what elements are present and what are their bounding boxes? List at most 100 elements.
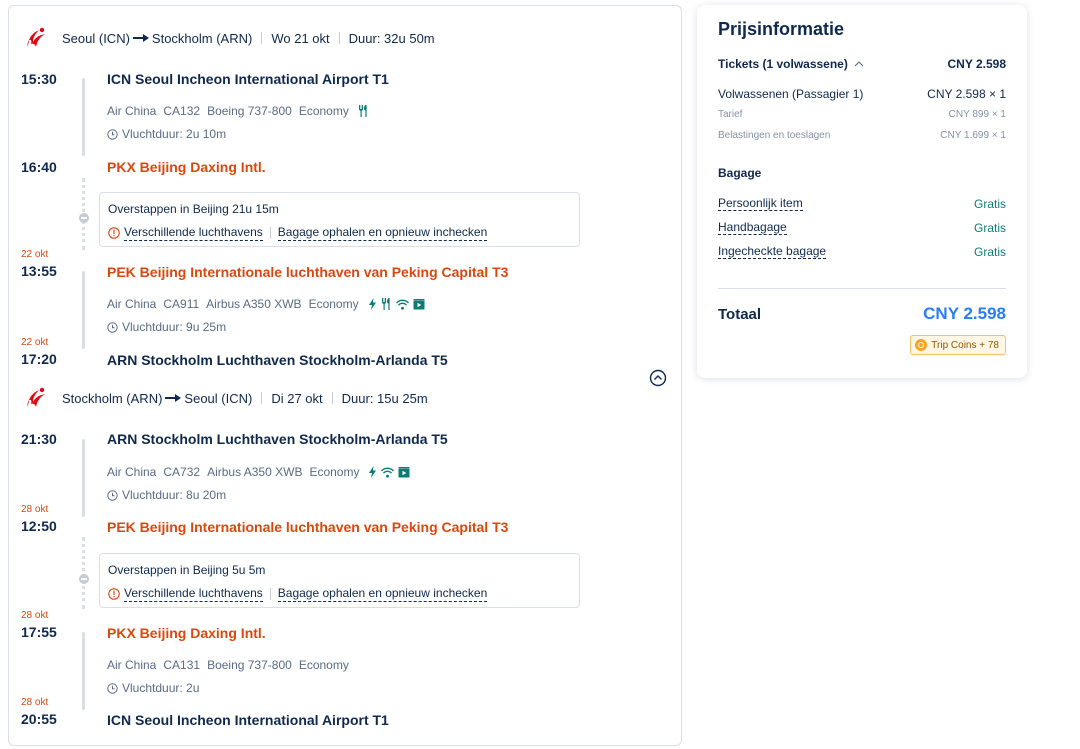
aircraft: Airbus A350 XWB: [206, 297, 302, 311]
departure-airport: PKX Beijing Daxing Intl.: [107, 625, 266, 641]
power-icon: [369, 466, 377, 478]
clock-icon: [107, 682, 118, 694]
different-airports-link[interactable]: Verschillende luchthavens: [124, 586, 263, 602]
divider: [261, 32, 263, 44]
arrival-airport: ARN Stockholm Luchthaven Stockholm-Arlan…: [107, 352, 448, 368]
aircraft: Boeing 737-800: [207, 658, 292, 672]
arrival-time: 20:55: [21, 711, 57, 727]
cabin-class: Economy: [309, 465, 360, 479]
date-change-label: 28 okt: [21, 610, 49, 621]
tax-label: Belastingen en toeslagen: [718, 130, 831, 141]
departure-airport: ARN Stockholm Luchthaven Stockholm-Arlan…: [107, 431, 448, 447]
baggage-value: Gratis: [973, 196, 1006, 211]
cabin-class: Economy: [308, 297, 359, 311]
tickets-toggle[interactable]: Tickets (1 volwassene) CNY 2.598: [718, 57, 1006, 71]
price-panel: Prijsinformatie Tickets (1 volwassene) C…: [697, 5, 1027, 378]
arrival-time: 12:50: [21, 518, 57, 534]
flight-number: CA132: [163, 104, 201, 118]
air-china-logo-icon: [27, 387, 45, 407]
arrow-right-icon: [132, 33, 149, 43]
cabin-class: Economy: [298, 658, 349, 672]
route-from: Seoul (ICN): [62, 30, 130, 46]
cabin-class: Economy: [298, 104, 349, 118]
baggage-value: Gratis: [973, 220, 1006, 235]
flight-number: CA131: [163, 658, 201, 672]
flight-details: Air China CA911 Airbus A350 XWB Economy: [107, 297, 429, 311]
route-to: Seoul (ICN): [184, 390, 253, 406]
date-change-label: 28 okt: [21, 697, 49, 708]
departure-time: 21:30: [21, 431, 57, 447]
baggage-personal-item[interactable]: Persoonlijk item: [718, 196, 803, 211]
flight-duration: Vluchtduur: 2u: [107, 681, 199, 695]
baggage-checked[interactable]: Ingecheckte bagage: [718, 244, 827, 259]
arrival-time: 16:40: [21, 159, 57, 175]
date-change-label: 28 okt: [21, 504, 49, 515]
flight-duration: Vluchtduur: 8u 20m: [107, 488, 226, 502]
baggage-title: Bagage: [718, 166, 762, 180]
leg-duration: Duur: 32u 50m: [348, 30, 435, 46]
flight-number: CA732: [163, 465, 201, 479]
fare-value: CNY 899 × 1: [948, 109, 1006, 120]
flight-details: Air China CA131 Boeing 737-800 Economy: [107, 658, 349, 672]
aircraft: Boeing 737-800: [207, 104, 292, 118]
clock-icon: [107, 128, 118, 140]
layover-title: Overstappen in Beijing 5u 5m: [108, 563, 266, 577]
fare-label: Tarief: [718, 109, 743, 120]
leg-duration: Duur: 15u 25m: [341, 390, 428, 406]
timeline-line: [82, 271, 85, 349]
total-label: Totaal: [718, 306, 762, 323]
timeline-line: [82, 78, 85, 156]
layover-dots: [82, 537, 85, 609]
leg-date: Di 27 okt: [271, 390, 323, 406]
timeline-line: [82, 439, 85, 517]
warning-icon: [108, 588, 120, 600]
divider: [269, 588, 271, 600]
baggage-row: Ingecheckte bagage Gratis: [718, 244, 1006, 259]
total-value: CNY 2.598: [923, 304, 1006, 323]
route-from: Stockholm (ARN): [62, 390, 163, 406]
departure-airport: ICN Seoul Incheon International Airport …: [107, 71, 389, 87]
itinerary-card: Seoul (ICN) Stockholm (ARN) Wo 21 okt Du…: [8, 5, 682, 746]
coin-icon: [915, 339, 928, 351]
trip-coins-badge: Trip Coins + 78: [910, 335, 1006, 355]
meal-icon: [358, 105, 367, 117]
air-china-logo-icon: [27, 27, 45, 47]
flight-number: CA911: [163, 297, 200, 311]
different-airports-link[interactable]: Verschillende luchthavens: [124, 225, 263, 241]
adult-value: CNY 2.598 × 1: [927, 87, 1006, 101]
chevron-up-icon: [854, 61, 864, 67]
arrival-airport: PKX Beijing Daxing Intl.: [107, 159, 266, 175]
flight-duration: Vluchtduur: 2u 10m: [107, 127, 226, 141]
arrow-right-icon: [165, 393, 182, 403]
timeline-line: [82, 632, 85, 710]
flight-details: Air China CA132 Boeing 737-800 Economy: [107, 104, 373, 118]
divider: [338, 32, 340, 44]
power-icon: [368, 298, 376, 310]
arrival-airport: PEK Beijing Internationale luchthaven va…: [107, 519, 509, 535]
departure-time: 15:30: [21, 71, 57, 87]
clock-icon: [107, 321, 118, 333]
return-header: Stockholm (ARN) Seoul (ICN) Di 27 okt Du…: [9, 383, 679, 413]
wifi-icon: [395, 299, 409, 310]
baggage-row: Persoonlijk item Gratis: [718, 196, 1006, 211]
divider: [331, 392, 333, 404]
price-title: Prijsinformatie: [718, 19, 845, 39]
arrival-time: 17:20: [21, 351, 57, 367]
entertainment-icon: [398, 466, 410, 477]
divider: [718, 288, 1006, 289]
divider: [261, 392, 263, 404]
baggage-carry-on[interactable]: Handbagage: [718, 220, 787, 235]
route-to: Stockholm (ARN): [151, 30, 253, 46]
departure-airport: PEK Beijing Internationale luchthaven va…: [107, 264, 509, 280]
arrival-airport: ICN Seoul Incheon International Airport …: [107, 712, 389, 728]
baggage-recheck-link[interactable]: Bagage ophalen en opnieuw inchecken: [277, 225, 488, 241]
departure-time: 13:55: [21, 263, 57, 279]
tickets-label: Tickets (1 volwassene): [718, 57, 848, 71]
aircraft: Airbus A350 XWB: [207, 465, 303, 479]
flight-duration: Vluchtduur: 9u 25m: [107, 320, 226, 334]
baggage-row: Handbagage Gratis: [718, 220, 1006, 235]
date-change-label: 22 okt: [21, 249, 49, 260]
layover-title: Overstappen in Beijing 21u 15m: [108, 202, 279, 216]
baggage-recheck-link[interactable]: Bagage ophalen en opnieuw inchecken: [277, 586, 488, 602]
layover-box: Overstappen in Beijing 5u 5m Verschillen…: [99, 553, 580, 608]
